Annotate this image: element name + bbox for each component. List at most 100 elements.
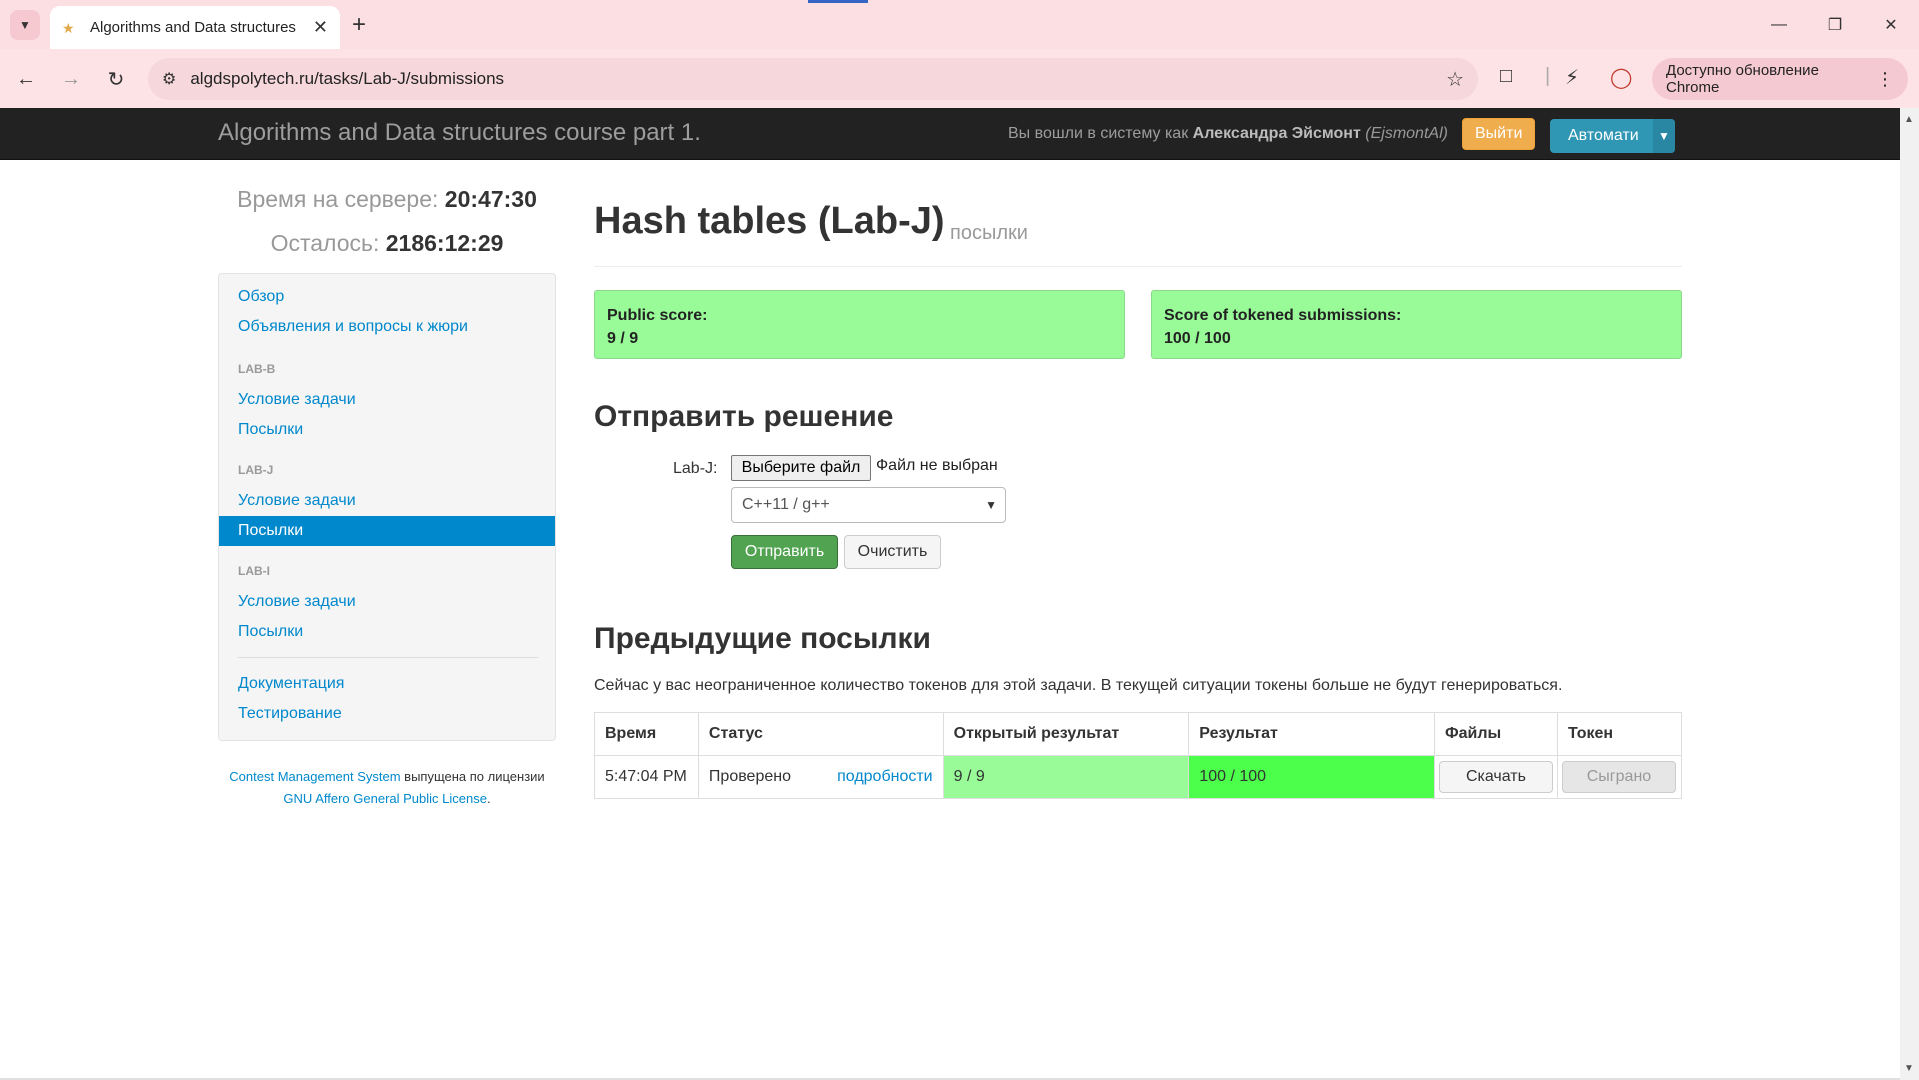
server-time-label: Время на сервере: xyxy=(237,186,439,212)
public-score-box: Public score: 9 / 9 xyxy=(594,290,1125,359)
sidebar-item-lab-j-statement[interactable]: Условие задачи xyxy=(238,492,356,510)
language-label: Автомати xyxy=(1568,127,1639,144)
profile-icon[interactable]: ◯ xyxy=(1610,65,1632,90)
close-window-button[interactable]: ✕ xyxy=(1863,0,1919,49)
public-score-value: 9 / 9 xyxy=(607,330,639,347)
tab-title: Algorithms and Data structures xyxy=(90,19,296,36)
url-text[interactable]: algdspolytech.ru/tasks/Lab-J/submissions xyxy=(190,69,1446,89)
new-tab-button[interactable]: + xyxy=(352,10,366,40)
sidebar-item-documentation[interactable]: Документация xyxy=(238,675,344,693)
sidebar-item-lab-i-statement[interactable]: Условие задачи xyxy=(238,593,356,611)
extensions-icon[interactable]: □ xyxy=(1500,65,1512,88)
choose-file-button[interactable]: Выберите файл xyxy=(731,455,871,481)
sidebar-item-lab-b-statement[interactable]: Условие задачи xyxy=(238,391,356,409)
file-label: Lab-J: xyxy=(673,460,718,477)
login-info: Вы вошли в систему как Александра Эйсмон… xyxy=(1008,125,1448,143)
remaining-label: Осталось: xyxy=(270,230,380,256)
submit-section-title: Отправить решение xyxy=(594,400,894,433)
page-subtitle: посылки xyxy=(950,222,1028,244)
scroll-up-icon[interactable]: ▲ xyxy=(1904,114,1914,125)
restore-button[interactable]: ❐ xyxy=(1807,0,1863,49)
sidebar-divider xyxy=(238,657,538,658)
cell-time: 5:47:04 PM xyxy=(594,755,699,799)
license-text: выпущена по лицензии xyxy=(404,769,545,784)
sidebar-item-announcements[interactable]: Объявления и вопросы к жюри xyxy=(238,318,468,336)
forward-button[interactable]: → xyxy=(55,63,87,95)
arrow-right-icon: → xyxy=(61,67,81,90)
tokened-score-box: Score of tokened submissions: 100 / 100 xyxy=(1151,290,1682,359)
minimize-button[interactable]: — xyxy=(1751,0,1807,49)
sidebar-item-testing[interactable]: Тестирование xyxy=(238,705,342,723)
status-text: Проверено xyxy=(708,768,791,785)
token-played-button[interactable]: Сыграно xyxy=(1561,761,1676,793)
chrome-update-button[interactable]: Доступно обновление Chrome ⋮ xyxy=(1652,58,1908,100)
browser-tab-active[interactable]: ★ Algorithms and Data structures ✕ xyxy=(50,6,340,49)
language-select[interactable]: C++11 / g++ ▼ xyxy=(731,487,1006,523)
clear-button[interactable]: Очистить xyxy=(844,535,941,569)
cell-result: 100 / 100 xyxy=(1188,755,1435,799)
bookmark-star-icon[interactable]: ☆ xyxy=(1446,67,1464,92)
time-remaining: Осталось: 2186:12:29 xyxy=(218,230,556,257)
col-public-result: Открытый результат xyxy=(942,712,1190,756)
sidebar-nav: Обзор Объявления и вопросы к жюри LAB-B … xyxy=(218,273,556,741)
cell-token: Сыграно xyxy=(1556,755,1683,799)
previous-section-title: Предыдущие посылки xyxy=(594,622,931,655)
tokened-score-label: Score of tokened submissions: xyxy=(1164,307,1402,324)
chevron-down-icon: ▼ xyxy=(985,498,997,512)
details-link[interactable]: подробности xyxy=(837,768,933,786)
tokened-score-value: 100 / 100 xyxy=(1164,330,1231,347)
cell-files: Скачать xyxy=(1433,755,1558,799)
tab-list-button[interactable]: ▼ xyxy=(10,10,40,40)
sidebar-header-lab-b: LAB-B xyxy=(238,362,276,376)
page-scrollbar[interactable]: ▲ ▼ xyxy=(1900,108,1919,1080)
license-note: Contest Management System выпущена по ли… xyxy=(218,766,556,810)
chevron-down-icon[interactable]: ▼ xyxy=(1653,119,1675,153)
back-button[interactable]: ← xyxy=(10,63,42,95)
tab-strip-indicator xyxy=(808,0,868,3)
reload-icon: ↻ xyxy=(107,68,125,91)
site-brand[interactable]: Algorithms and Data structures course pa… xyxy=(218,119,701,147)
tokens-note: Сейчас у вас неограниченное количество т… xyxy=(594,677,1563,694)
site-info-icon[interactable]: ⚙ xyxy=(162,69,176,89)
plus-icon: + xyxy=(352,11,367,38)
submissions-table: Время Статус Открытый результат Результа… xyxy=(594,712,1683,799)
cell-status: Проверено подробности xyxy=(697,755,944,799)
submit-button[interactable]: Отправить xyxy=(731,535,838,569)
reload-button[interactable]: ↻ xyxy=(100,63,132,95)
agpl-link[interactable]: GNU Affero General Public License xyxy=(283,791,487,806)
address-bar[interactable]: ⚙ algdspolytech.ru/tasks/Lab-J/submissio… xyxy=(148,58,1478,100)
public-score-label: Public score: xyxy=(607,307,708,324)
sidebar-header-lab-j: LAB-J xyxy=(238,463,274,477)
minimize-icon: — xyxy=(1771,15,1787,33)
logout-button[interactable]: Выйти xyxy=(1462,118,1536,150)
update-label: Доступно обновление Chrome xyxy=(1666,62,1819,96)
col-status: Статус xyxy=(697,712,944,756)
browser-tab-bar: ▼ ★ Algorithms and Data structures ✕ + —… xyxy=(0,0,1919,49)
page-title: Hash tables (Lab-J) xyxy=(594,200,945,242)
sidebar-item-overview[interactable]: Обзор xyxy=(238,288,284,306)
sidebar-item-lab-i-submissions[interactable]: Посылки xyxy=(238,623,303,641)
table-header-row: Время Статус Открытый результат Результа… xyxy=(594,712,1683,756)
more-menu-icon[interactable]: ⋮ xyxy=(1876,69,1894,90)
sidebar-item-lab-b-submissions[interactable]: Посылки xyxy=(238,421,303,439)
user-name: Александра Эйсмонт xyxy=(1192,125,1361,142)
license-end: . xyxy=(486,791,491,806)
cms-link[interactable]: Contest Management System xyxy=(229,769,400,784)
sidebar-item-lab-j-submissions[interactable]: Посылки xyxy=(219,516,555,546)
close-icon[interactable]: ✕ xyxy=(313,17,328,38)
tab-favicon-icon: ★ xyxy=(62,19,75,36)
col-time: Время xyxy=(594,712,699,756)
close-icon: ✕ xyxy=(1884,16,1898,34)
browser-toolbar: ← → ↻ ⚙ algdspolytech.ru/tasks/Lab-J/sub… xyxy=(0,49,1919,108)
col-files: Файлы xyxy=(1433,712,1558,756)
cell-public-result: 9 / 9 xyxy=(942,755,1190,799)
col-token: Токен xyxy=(1556,712,1683,756)
sidebar-header-lab-i: LAB-I xyxy=(238,564,270,578)
table-row: 5:47:04 PM Проверено подробности 9 / 9 1… xyxy=(594,755,1683,799)
user-login: (EjsmontAl) xyxy=(1365,125,1448,142)
download-button[interactable]: Скачать xyxy=(1438,761,1553,793)
site-navbar: Algorithms and Data structures course pa… xyxy=(0,108,1900,160)
scroll-down-icon[interactable]: ▼ xyxy=(1904,1063,1914,1074)
performance-icon[interactable]: ⚡ xyxy=(1565,65,1579,90)
language-dropdown[interactable]: Автомати ▼ xyxy=(1550,119,1675,153)
